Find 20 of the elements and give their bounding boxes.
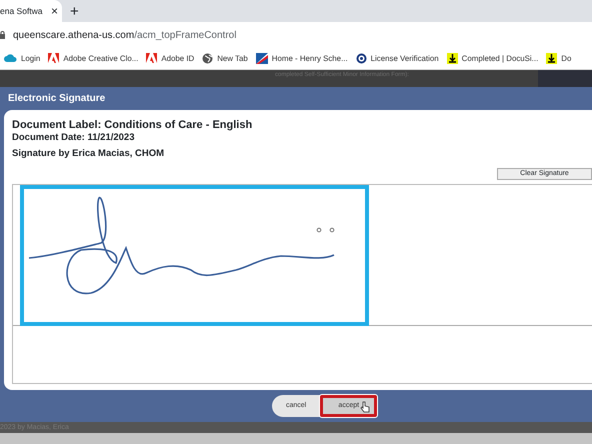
seal-icon <box>356 52 367 64</box>
new-tab-button[interactable]: + <box>70 4 79 18</box>
download-icon <box>446 52 458 64</box>
document-date: Document Date: 11/21/2023 <box>12 132 136 144</box>
download-icon <box>546 52 558 64</box>
signature-by-text: Signature by Erica Macias, CHOM <box>12 148 166 160</box>
adobe-logo-icon <box>48 52 60 64</box>
dialog-title: Electronic Signature <box>8 92 106 106</box>
flag-icon <box>256 52 268 64</box>
browser-tab[interactable]: ena Softwa × <box>0 0 62 22</box>
lock-icon <box>0 31 5 39</box>
tab-title: ena Softwa <box>0 4 43 18</box>
adobe-logo-icon <box>146 52 158 64</box>
address-field[interactable]: queenscare.athena-us.com/acm_topFrameControl <box>13 28 236 42</box>
pointer-cursor-icon <box>360 401 370 413</box>
cloud-icon <box>4 54 17 63</box>
signature-pad[interactable] <box>12 184 592 384</box>
document-label: Document Label: Conditions of Care - English <box>12 118 254 132</box>
close-icon[interactable]: × <box>50 2 58 20</box>
globe-icon <box>202 52 214 64</box>
